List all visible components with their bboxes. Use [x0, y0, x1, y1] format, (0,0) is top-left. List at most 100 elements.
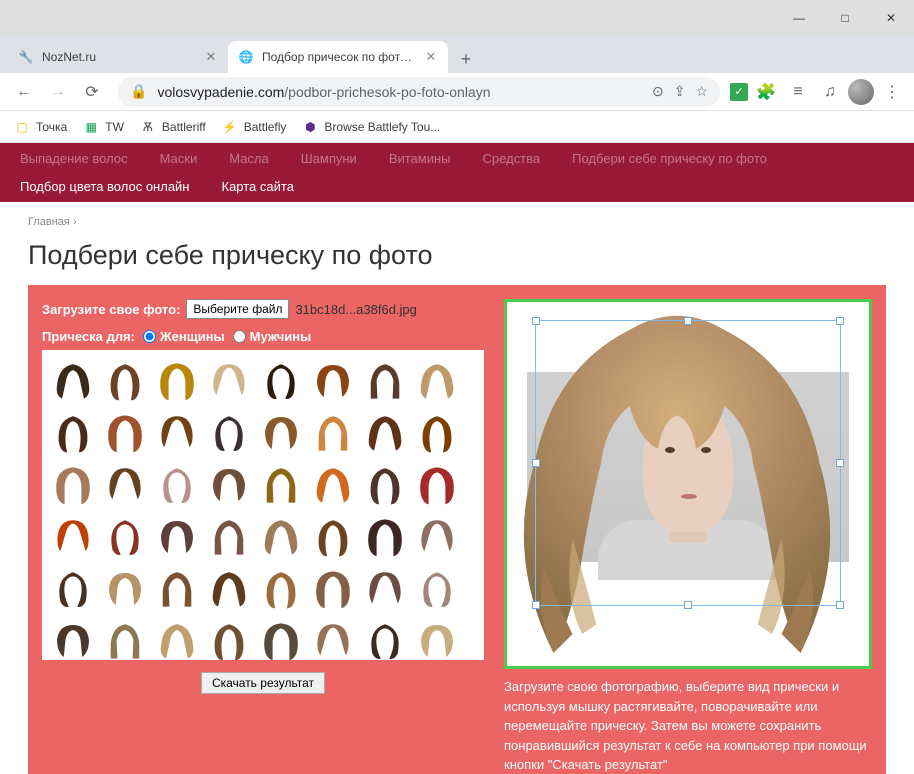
- hairstyle-thumb[interactable]: [204, 356, 254, 406]
- window-close-button[interactable]: ✕: [868, 0, 914, 35]
- preview-canvas[interactable]: [504, 299, 872, 669]
- hairstyle-thumb[interactable]: [256, 512, 306, 562]
- choose-file-button[interactable]: Выберите файл: [186, 299, 289, 319]
- hairstyle-thumb[interactable]: [412, 512, 462, 562]
- handle-mid-right[interactable]: [836, 459, 844, 467]
- handle-mid-left[interactable]: [532, 459, 540, 467]
- hairstyle-thumb[interactable]: [360, 512, 410, 562]
- hairstyle-thumb[interactable]: [204, 460, 254, 510]
- hairstyle-thumb[interactable]: [360, 616, 410, 660]
- navlink[interactable]: Витамины: [389, 149, 451, 169]
- hairstyle-thumb[interactable]: [308, 616, 358, 660]
- handle-top-right[interactable]: [836, 317, 844, 325]
- hairstyle-thumb[interactable]: [256, 408, 306, 458]
- media-icon[interactable]: ♫: [816, 78, 844, 106]
- hairstyle-thumb[interactable]: [152, 512, 202, 562]
- share-icon[interactable]: ⇪: [674, 83, 686, 100]
- hairstyle-thumb[interactable]: [100, 408, 150, 458]
- adblock-icon[interactable]: ✓: [730, 83, 748, 101]
- hairstyle-thumb[interactable]: [152, 356, 202, 406]
- bookmark-battlefy[interactable]: ⬢Browse Battlefy Tou...: [302, 119, 440, 135]
- hairstyle-thumb[interactable]: [100, 356, 150, 406]
- bookmark-tw[interactable]: ▦TW: [83, 119, 124, 135]
- hairstyle-thumb[interactable]: [308, 460, 358, 510]
- bookmark-battleriff[interactable]: ѪBattleriff: [140, 119, 206, 135]
- profile-avatar[interactable]: [848, 79, 874, 105]
- handle-top-mid[interactable]: [684, 317, 692, 325]
- window-minimize-button[interactable]: —: [776, 0, 822, 35]
- navlink[interactable]: Подбор цвета волос онлайн: [20, 177, 190, 197]
- hairstyle-thumb[interactable]: [360, 564, 410, 614]
- hairstyle-thumb[interactable]: [100, 460, 150, 510]
- handle-top-left[interactable]: [532, 317, 540, 325]
- star-icon[interactable]: ☆: [695, 83, 708, 100]
- extensions-icon[interactable]: 🧩: [752, 78, 780, 106]
- hairstyle-thumb[interactable]: [152, 408, 202, 458]
- hairstyle-thumb[interactable]: [204, 408, 254, 458]
- hairstyle-thumb[interactable]: [152, 564, 202, 614]
- hairstyle-thumb[interactable]: [204, 616, 254, 660]
- hairstyle-thumb[interactable]: [100, 564, 150, 614]
- bookmark-tochka[interactable]: ▢Точка: [14, 119, 67, 135]
- hairstyle-thumb[interactable]: [48, 460, 98, 510]
- navlink[interactable]: Выпадение волос: [20, 149, 128, 169]
- forward-button[interactable]: →: [42, 76, 74, 108]
- hairstyle-thumb[interactable]: [412, 460, 462, 510]
- navlink[interactable]: Шампуни: [301, 149, 357, 169]
- address-bar[interactable]: 🔒 volosvypadenie.com/podbor-prichesok-po…: [118, 77, 720, 107]
- reading-list-icon[interactable]: ≡: [784, 78, 812, 106]
- handle-bot-mid[interactable]: [684, 601, 692, 609]
- breadcrumb-home[interactable]: Главная: [28, 216, 70, 228]
- transform-handles[interactable]: [535, 320, 841, 606]
- hairstyle-thumb[interactable]: [48, 408, 98, 458]
- hairstyle-thumb[interactable]: [48, 356, 98, 406]
- hairstyle-thumb[interactable]: [360, 408, 410, 458]
- close-icon[interactable]: ✕: [204, 50, 218, 64]
- hairstyle-thumb[interactable]: [308, 356, 358, 406]
- back-button[interactable]: ←: [8, 76, 40, 108]
- hairstyle-thumb[interactable]: [204, 564, 254, 614]
- navlink[interactable]: Маски: [160, 149, 198, 169]
- navlink[interactable]: Карта сайта: [222, 177, 294, 197]
- hairstyle-thumb[interactable]: [48, 616, 98, 660]
- new-tab-button[interactable]: +: [452, 45, 480, 73]
- hairstyle-thumb[interactable]: [256, 356, 306, 406]
- square-icon: ▢: [14, 119, 30, 135]
- hairstyle-thumb[interactable]: [152, 460, 202, 510]
- hairstyle-thumb[interactable]: [204, 512, 254, 562]
- bookmark-battlefly[interactable]: ⚡Battlefly: [222, 119, 287, 135]
- hairstyle-thumb[interactable]: [308, 564, 358, 614]
- hairstyle-scroll[interactable]: [42, 350, 484, 660]
- download-button[interactable]: Скачать результат: [201, 672, 325, 694]
- hairstyle-thumb[interactable]: [256, 616, 306, 660]
- tab-hairstyle[interactable]: 🌐 Подбор причесок по фото онла ✕: [228, 41, 448, 73]
- hairstyle-thumb[interactable]: [256, 460, 306, 510]
- navlink[interactable]: Средства: [483, 149, 541, 169]
- close-icon[interactable]: ✕: [424, 50, 438, 64]
- gender-men-radio[interactable]: [233, 330, 246, 343]
- hairstyle-thumb[interactable]: [308, 408, 358, 458]
- hairstyle-thumb[interactable]: [48, 564, 98, 614]
- menu-icon[interactable]: ⋮: [878, 78, 906, 106]
- hairstyle-thumb[interactable]: [360, 460, 410, 510]
- hairstyle-thumb[interactable]: [100, 512, 150, 562]
- handle-bot-right[interactable]: [836, 601, 844, 609]
- hairstyle-thumb[interactable]: [152, 616, 202, 660]
- hairstyle-thumb[interactable]: [48, 512, 98, 562]
- hairstyle-thumb[interactable]: [256, 564, 306, 614]
- navlink[interactable]: Подбери себе прическу по фото: [572, 149, 767, 169]
- hairstyle-thumb[interactable]: [308, 512, 358, 562]
- hairstyle-thumb[interactable]: [412, 616, 462, 660]
- handle-bot-left[interactable]: [532, 601, 540, 609]
- hairstyle-thumb[interactable]: [412, 408, 462, 458]
- navlink[interactable]: Масла: [229, 149, 269, 169]
- search-in-page-icon[interactable]: ⊙: [652, 83, 664, 100]
- gender-women-radio[interactable]: [143, 330, 156, 343]
- tab-noznet[interactable]: 🔧 NozNet.ru ✕: [8, 41, 228, 73]
- hairstyle-thumb[interactable]: [412, 564, 462, 614]
- hairstyle-thumb[interactable]: [360, 356, 410, 406]
- window-maximize-button[interactable]: □: [822, 0, 868, 35]
- hairstyle-thumb[interactable]: [412, 356, 462, 406]
- hairstyle-thumb[interactable]: [100, 616, 150, 660]
- reload-button[interactable]: ⟳: [76, 76, 108, 108]
